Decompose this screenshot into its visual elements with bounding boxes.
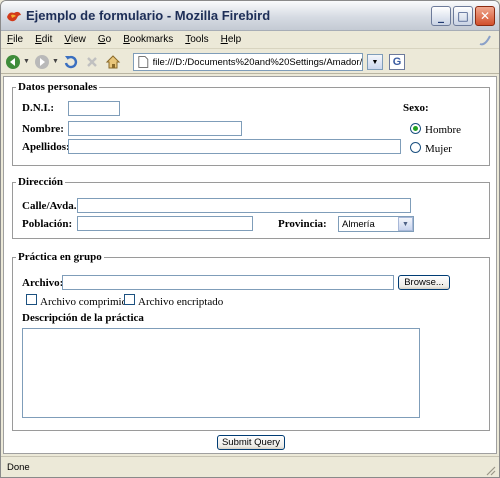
descripcion-label: Descripción de la práctica (22, 312, 144, 324)
menu-go-label: Go (97, 34, 112, 45)
close-button[interactable]: ✕ (475, 6, 495, 26)
home-icon (105, 54, 121, 68)
provincia-select[interactable]: Almería ▼ (338, 216, 414, 232)
url-dropdown-button[interactable]: ▼ (367, 54, 383, 70)
descripcion-textarea[interactable] (22, 328, 420, 418)
back-arrow-icon (6, 54, 20, 69)
apellidos-label: Apellidos: (22, 141, 70, 153)
go-button[interactable]: G (389, 54, 405, 70)
menu-tools[interactable]: Tools (179, 34, 214, 45)
menu-view-label: View (64, 34, 86, 45)
reload-button[interactable] (62, 53, 80, 71)
calle-label: Calle/Avda.: (22, 200, 81, 212)
stop-icon (87, 56, 97, 67)
browse-button[interactable]: Browse... (398, 275, 450, 290)
sexo-label: Sexo: (403, 102, 429, 114)
archivo-label: Archivo: (22, 277, 64, 289)
dni-label: D.N.I.: (22, 102, 55, 114)
status-text: Done (7, 462, 30, 473)
forward-dropdown-icon[interactable]: ▼ (52, 58, 59, 65)
chevron-down-icon: ▼ (371, 58, 379, 66)
menu-bookmarks[interactable]: Bookmarks (117, 34, 179, 45)
menu-go[interactable]: Go (92, 34, 117, 45)
resize-grip-icon[interactable] (484, 464, 496, 476)
url-text: file:///D:/Documents%20and%20Settings/Am… (152, 56, 362, 68)
apellidos-input[interactable] (68, 139, 401, 154)
menu-file-label: File (7, 34, 24, 45)
provincia-label: Provincia: (278, 218, 327, 230)
personal-data-legend: Datos personales (18, 81, 98, 93)
comprimido-label: Archivo comprimido (40, 296, 133, 308)
comprimido-checkbox[interactable] (26, 294, 37, 305)
forward-arrow-icon (34, 54, 49, 69)
minimize-button[interactable]: _ (431, 6, 451, 26)
mujer-label: Mujer (425, 143, 452, 155)
stop-button[interactable] (83, 53, 101, 71)
maximize-button[interactable]: □ (453, 6, 473, 26)
encriptado-label: Archivo encriptado (138, 296, 224, 308)
submit-button[interactable]: Submit Query (217, 435, 285, 450)
menu-bar: File Edit View Go Bookmarks Tools Help (1, 31, 499, 49)
menu-help[interactable]: Help (215, 34, 248, 45)
menu-edit[interactable]: Edit (29, 34, 58, 45)
window-title: Ejemplo de formulario - Mozilla Firebird (26, 8, 271, 23)
page-content: Datos personales D.N.I.: Nombre: Apellid… (3, 76, 497, 454)
navigation-toolbar: ▼ ▼ file:///D:/Documents%20and%20Setting… (1, 50, 499, 74)
poblacion-input[interactable] (77, 216, 253, 231)
poblacion-label: Población: (22, 218, 73, 230)
menu-tools-label: Tools (185, 34, 209, 45)
radio-hombre[interactable] (410, 123, 421, 134)
title-bar: Ejemplo de formulario - Mozilla Firebird… (1, 1, 499, 31)
menu-edit-label: Edit (35, 34, 53, 45)
menu-file[interactable]: File (1, 34, 29, 45)
practice-legend: Práctica en grupo (18, 251, 102, 263)
radio-mujer[interactable] (410, 142, 421, 153)
forward-button[interactable] (33, 53, 51, 71)
nombre-input[interactable] (68, 121, 242, 136)
menu-help-label: Help (220, 34, 242, 45)
firebird-icon (6, 8, 22, 24)
menu-bookmarks-label: Bookmarks (123, 34, 174, 45)
window-controls: _ □ ✕ (431, 6, 495, 26)
page-icon (138, 56, 149, 68)
browser-window: Ejemplo de formulario - Mozilla Firebird… (0, 0, 500, 478)
provincia-value: Almería (342, 218, 375, 230)
reload-icon (64, 55, 77, 68)
home-button[interactable] (104, 53, 122, 71)
encriptado-checkbox[interactable] (124, 294, 135, 305)
back-dropdown-icon[interactable]: ▼ (23, 58, 30, 65)
url-bar[interactable]: file:///D:/Documents%20and%20Settings/Am… (133, 53, 363, 71)
menu-view[interactable]: View (58, 34, 92, 45)
nombre-label: Nombre: (22, 123, 64, 135)
hombre-label: Hombre (425, 124, 462, 136)
calle-input[interactable] (77, 198, 411, 213)
dni-input[interactable] (68, 101, 120, 116)
status-bar: Done (1, 456, 499, 477)
chevron-down-icon: ▼ (398, 217, 413, 231)
back-button[interactable] (4, 53, 22, 71)
archivo-input[interactable] (62, 275, 394, 290)
throbber-icon (477, 32, 493, 48)
address-legend: Dirección (18, 176, 64, 188)
